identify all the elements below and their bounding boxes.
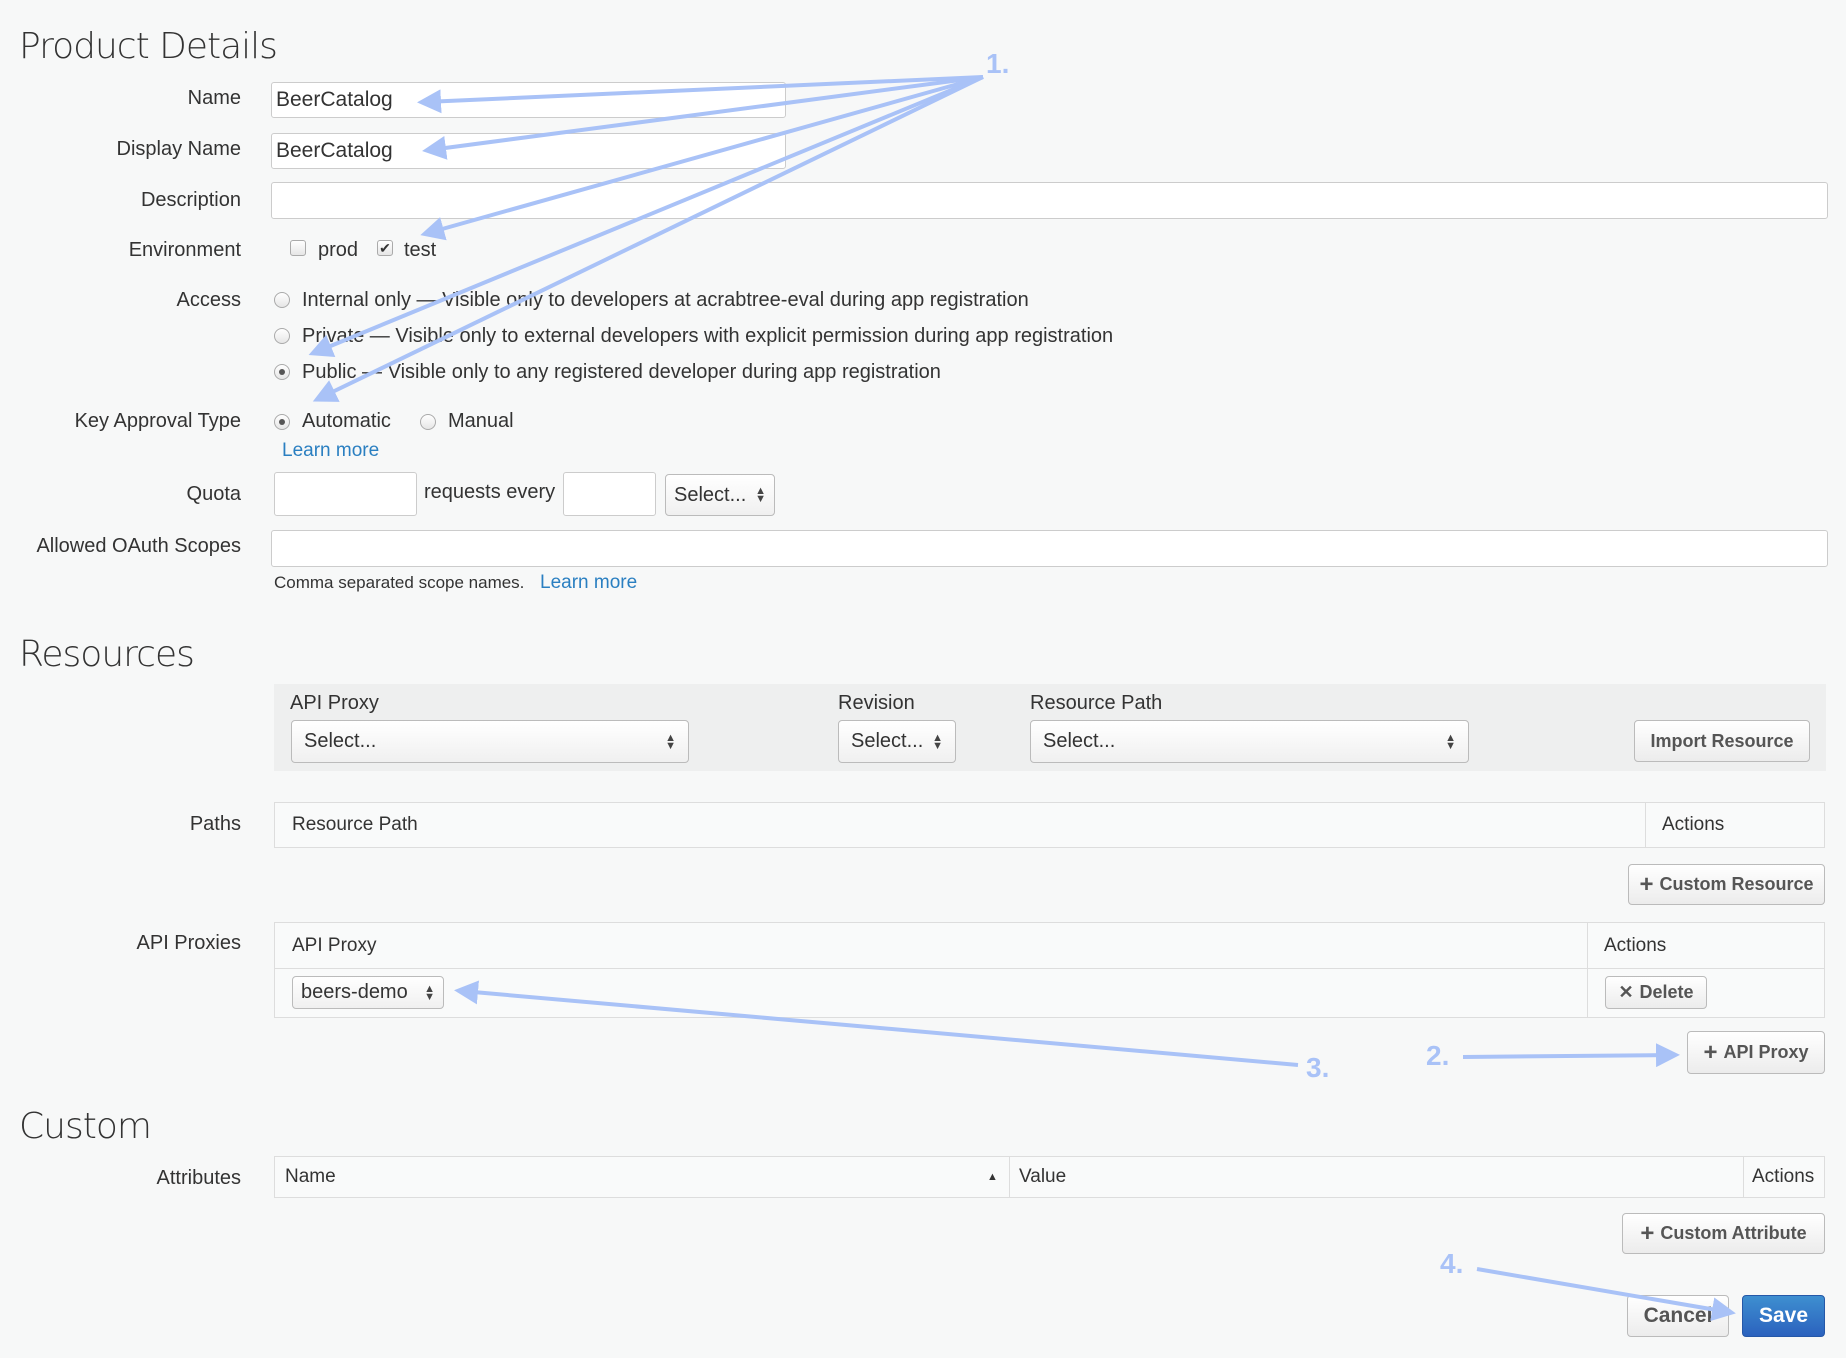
plus-icon: + [1640, 1219, 1655, 1247]
revision-label: Revision [838, 692, 915, 714]
annotation-1: 1. [986, 48, 1010, 79]
automatic-radio[interactable] [274, 414, 290, 430]
x-icon: ✕ [1618, 982, 1634, 1002]
save-button[interactable]: Save [1742, 1295, 1825, 1337]
revision-select-value: Select... [851, 730, 924, 752]
custom-title: Custom [19, 1106, 152, 1147]
resources-title: Resources [19, 634, 195, 675]
api-proxy-label: API Proxy [290, 692, 379, 714]
oauth-help-text: Comma separated scope names. [274, 573, 525, 592]
access-private-radio[interactable] [274, 328, 290, 344]
access-public-label: Public — Visible only to any registered … [302, 361, 941, 383]
access-internal-label: Internal only — Visible only to develope… [302, 289, 1029, 311]
test-label: test [404, 239, 437, 261]
resource-path-select[interactable]: Select... ▲ ▼ [1030, 720, 1469, 763]
quota-unit-value: Select... [674, 483, 747, 506]
annotation-arrow-2 [1462, 1043, 1680, 1068]
test-checkbox[interactable]: ✔ [377, 240, 393, 256]
key-approval-label: Key Approval Type [74, 410, 241, 432]
automatic-label: Automatic [302, 410, 391, 432]
delete-proxy-button[interactable]: ✕ Delete [1605, 976, 1707, 1009]
select-arrows-icon: ▲ ▼ [1445, 731, 1456, 752]
annotation-3: 3. [1306, 1052, 1330, 1083]
import-resource-button[interactable]: Import Resource [1634, 720, 1810, 762]
custom-resource-button[interactable]: + Custom Resource [1628, 864, 1825, 905]
select-arrows-icon: ▲ ▼ [424, 982, 435, 1003]
key-approval-learn-more-link[interactable]: Learn more [282, 440, 379, 462]
attributes-col-value: Value [1019, 1166, 1067, 1187]
attributes-col-name[interactable]: Name [285, 1157, 336, 1197]
requests-every-label: requests every [424, 481, 556, 503]
delete-label: Delete [1639, 982, 1694, 1002]
api-proxies-col-proxy: API Proxy [292, 934, 377, 956]
paths-col-actions: Actions [1662, 814, 1725, 835]
attributes-label: Attributes [156, 1167, 241, 1189]
access-private-label: Private — Visible only to external devel… [302, 325, 1114, 347]
oauth-scopes-input[interactable] [271, 530, 1828, 567]
attributes-col-actions: Actions [1752, 1166, 1815, 1187]
plus-icon: + [1703, 1038, 1718, 1066]
oauth-label: Allowed OAuth Scopes [36, 535, 241, 557]
add-api-proxy-button[interactable]: + API Proxy [1687, 1031, 1825, 1074]
access-public-radio[interactable] [274, 364, 290, 380]
attributes-table: Name ▲ Value Actions [274, 1156, 1825, 1198]
display-name-input[interactable]: BeerCatalog [271, 133, 786, 169]
product-details-title: Product Details [19, 26, 278, 67]
cancel-button[interactable]: Cancel [1627, 1295, 1729, 1337]
quota-unit-select[interactable]: Select... ▲ ▼ [665, 474, 775, 516]
quota-count-input[interactable] [274, 472, 417, 516]
api-proxy-select[interactable]: Select... ▲ ▼ [291, 720, 689, 763]
add-api-proxy-label: API Proxy [1723, 1042, 1809, 1062]
select-arrows-icon: ▲ ▼ [755, 485, 766, 505]
sort-ascending-icon[interactable]: ▲ [987, 1157, 998, 1197]
annotation-2: 2. [1426, 1040, 1450, 1071]
display-name-label: Display Name [116, 138, 241, 160]
access-internal-radio[interactable] [274, 292, 290, 308]
plus-icon: + [1639, 870, 1654, 898]
revision-select[interactable]: Select... ▲ ▼ [838, 720, 956, 763]
paths-col-resource-path: Resource Path [292, 814, 418, 835]
environment-label: Environment [128, 239, 241, 261]
select-arrows-icon: ▲ ▼ [665, 731, 676, 752]
name-input[interactable]: BeerCatalog [271, 82, 786, 118]
custom-attribute-label: Custom Attribute [1660, 1223, 1807, 1243]
annotation-arrow-1-automatic [312, 75, 984, 402]
quota-label: Quota [186, 483, 241, 505]
api-proxy-select-value: Select... [304, 730, 377, 752]
oauth-learn-more-link[interactable]: Learn more [540, 572, 637, 594]
api-proxies-table: API Proxy Actions beers-demo ▲ ▼ ✕ Delete [274, 922, 1825, 1018]
prod-checkbox[interactable] [290, 240, 306, 256]
resource-path-select-value: Select... [1043, 730, 1116, 752]
manual-label: Manual [448, 410, 514, 432]
custom-resource-label: Custom Resource [1659, 874, 1814, 894]
description-input[interactable] [271, 182, 1828, 219]
paths-table: Resource Path Actions [274, 802, 1825, 848]
name-label: Name [187, 87, 241, 109]
api-proxies-col-actions: Actions [1604, 934, 1667, 956]
prod-label: prod [318, 239, 359, 261]
resource-picker-panel: API Proxy Select... ▲ ▼ Revision Select...… [274, 684, 1826, 771]
custom-attribute-button[interactable]: + Custom Attribute [1622, 1213, 1825, 1254]
api-proxy-row-value: beers-demo [301, 981, 408, 1003]
api-proxies-label: API Proxies [136, 932, 241, 954]
select-arrows-icon: ▲ ▼ [932, 731, 943, 752]
quota-interval-input[interactable] [563, 472, 656, 516]
description-label: Description [140, 189, 241, 211]
api-proxy-row-select[interactable]: beers-demo ▲ ▼ [292, 976, 444, 1009]
access-label: Access [176, 289, 241, 311]
annotation-4: 4. [1440, 1248, 1464, 1279]
resource-path-label: Resource Path [1030, 692, 1163, 714]
paths-label: Paths [189, 813, 241, 835]
manual-radio[interactable] [420, 414, 436, 430]
